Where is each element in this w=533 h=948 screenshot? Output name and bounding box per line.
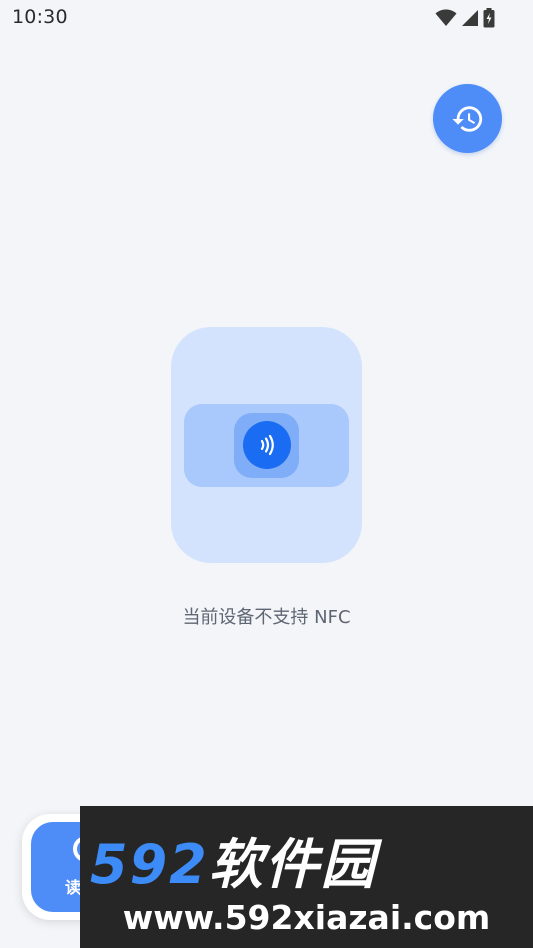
watermark-brand-number: 592 [90, 833, 209, 896]
signal-icon [462, 10, 478, 26]
wifi-icon [435, 9, 457, 26]
nfc-icon-circle [243, 421, 291, 469]
history-button[interactable] [433, 84, 502, 153]
battery-charging-icon [483, 8, 495, 28]
status-time: 10:30 [12, 6, 68, 28]
nfc-icon [260, 434, 274, 456]
watermark-brand: 592软件园 [90, 820, 377, 899]
status-bar: 10:30 [0, 0, 533, 36]
history-icon [451, 105, 482, 132]
watermark-brand-text: 软件园 [208, 833, 377, 896]
watermark-banner: 592软件园 www.592xiazai.com [80, 806, 533, 948]
watermark-url: www.592xiazai.com [122, 898, 491, 937]
nfc-unsupported-message: 当前设备不支持 NFC [182, 607, 351, 628]
status-icons [435, 8, 495, 28]
read-button-label: 读 [65, 878, 82, 897]
